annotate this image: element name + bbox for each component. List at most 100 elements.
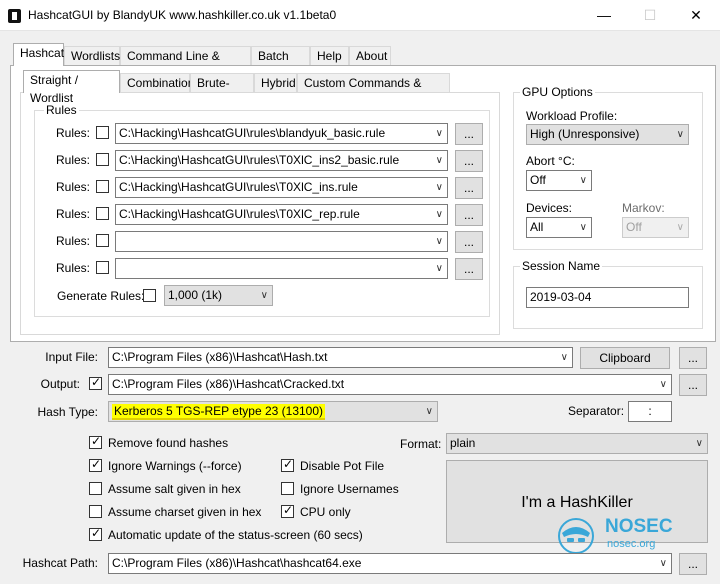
assume-charset-hex-label: Assume charset given in hex [108, 505, 262, 519]
hash-type-label: Hash Type: [37, 405, 98, 419]
disable-pot-checkbox[interactable] [281, 457, 294, 472]
tab-combination[interactable]: Combination [120, 73, 194, 93]
rule-select-4[interactable]: C:\Hacking\HashcatGUI\rules\T0XlC_rep.ru… [115, 204, 448, 225]
tab-help[interactable]: Help [310, 46, 349, 66]
tab-batch-job[interactable]: Batch Job [251, 46, 310, 81]
rule-browse-button-3[interactable]: ... [455, 177, 483, 199]
rule-label-6: Rules: [55, 261, 90, 275]
hashcat-path-browse-button[interactable]: ... [679, 553, 707, 575]
rule-label-3: Rules: [55, 180, 90, 194]
tab-brute-force[interactable]: Brute-force [190, 73, 254, 108]
rule-checkbox-4[interactable] [96, 207, 109, 220]
chevron-down-icon: ∨ [435, 236, 443, 247]
markov-select: Off ∨ [622, 217, 689, 238]
ignore-warnings-label: Ignore Warnings (--force) [108, 459, 242, 473]
hash-type-select[interactable]: Kerberos 5 TGS-REP etype 23 (13100) ∨ [108, 401, 438, 422]
assume-salt-hex-label: Assume salt given in hex [108, 482, 241, 496]
tab-command-line-markov[interactable]: Command Line & Markov [120, 46, 251, 81]
hashcat-path-select[interactable]: C:\Program Files (x86)\Hashcat\hashcat64… [108, 553, 672, 574]
devices-select[interactable]: All ∨ [526, 217, 592, 238]
title-bar: HashcatGUI by BlandyUK www.hashkiller.co… [0, 0, 720, 31]
chevron-down-icon: ∨ [425, 406, 433, 417]
remove-found-label: Remove found hashes [108, 436, 229, 450]
rule-select-5[interactable]: ∨ [115, 231, 448, 252]
generate-rules-select[interactable]: 1,000 (1k) ∨ [164, 285, 273, 306]
rule-label-1: Rules: [55, 126, 90, 140]
rule-checkbox-3[interactable] [96, 180, 109, 193]
generate-rules-checkbox[interactable] [143, 289, 156, 302]
ignore-warnings-checkbox[interactable] [89, 457, 102, 472]
chevron-down-icon: ∨ [560, 352, 568, 363]
chevron-down-icon: ∨ [659, 379, 667, 390]
workload-profile-label: Workload Profile: [526, 109, 618, 123]
assume-salt-hex-checkbox[interactable] [89, 482, 102, 495]
devices-label: Devices: [526, 201, 573, 215]
auto-update-checkbox[interactable] [89, 526, 102, 541]
close-button[interactable]: ✕ [673, 0, 719, 31]
abort-temp-select[interactable]: Off ∨ [526, 170, 592, 191]
input-browse-button[interactable]: ... [679, 347, 707, 369]
output-checkbox[interactable] [89, 375, 102, 390]
tab-hybrid[interactable]: Hybrid [254, 73, 297, 93]
window-title: HashcatGUI by BlandyUK www.hashkiller.co… [28, 8, 337, 22]
nosec-logo-icon [552, 517, 600, 555]
gpu-options-legend: GPU Options [520, 85, 595, 99]
auto-update-label: Automatic update of the status-screen (6… [108, 528, 363, 542]
chevron-down-icon: ∨ [659, 558, 667, 569]
minimize-button[interactable]: — [581, 0, 627, 31]
rule-checkbox-2[interactable] [96, 153, 109, 166]
cpu-only-checkbox[interactable] [281, 503, 294, 518]
hash-type-value: Kerberos 5 TGS-REP etype 23 (13100) [112, 404, 326, 420]
maximize-button[interactable]: ☐ [627, 0, 673, 31]
generate-rules-label: Generate Rules: [57, 289, 145, 303]
format-label: Format: [400, 437, 442, 451]
format-select[interactable]: plain ∨ [446, 433, 708, 454]
rule-checkbox-1[interactable] [96, 126, 109, 139]
rule-browse-button-4[interactable]: ... [455, 204, 483, 226]
output-label: Output: [40, 377, 80, 391]
rule-browse-button-2[interactable]: ... [455, 150, 483, 172]
chevron-down-icon: ∨ [579, 175, 587, 186]
markov-label: Markov: [622, 201, 665, 215]
cpu-only-label: CPU only [300, 505, 351, 519]
tab-hashcat[interactable]: Hashcat [13, 43, 64, 66]
watermark-site: nosec.org [607, 538, 656, 550]
remove-found-checkbox[interactable] [89, 434, 102, 449]
rule-browse-button-5[interactable]: ... [455, 231, 483, 253]
rule-select-2[interactable]: C:\Hacking\HashcatGUI\rules\T0XlC_ins2_b… [115, 150, 448, 171]
rule-browse-button-1[interactable]: ... [455, 123, 483, 145]
ignore-usernames-checkbox[interactable] [281, 482, 294, 495]
rule-checkbox-6[interactable] [96, 261, 109, 274]
output-browse-button[interactable]: ... [679, 374, 707, 396]
session-name-legend: Session Name [520, 259, 603, 273]
disable-pot-label: Disable Pot File [300, 459, 385, 473]
workload-profile-select[interactable]: High (Unresponsive) ∨ [526, 124, 689, 145]
watermark-brand: NOSEC [605, 516, 673, 537]
chevron-down-icon: ∨ [435, 209, 443, 220]
tab-custom-commands-sessions[interactable]: Custom Commands & Sessions [297, 73, 450, 108]
chevron-down-icon: ∨ [676, 129, 684, 140]
chevron-down-icon: ∨ [435, 155, 443, 166]
tab-wordlists[interactable]: Wordlists [64, 46, 120, 66]
abort-temp-label: Abort °C: [526, 154, 575, 168]
session-name-input[interactable]: 2019-03-04 [526, 287, 689, 308]
rule-label-2: Rules: [55, 153, 90, 167]
chevron-down-icon: ∨ [579, 222, 587, 233]
separator-input[interactable]: : [628, 401, 672, 422]
tab-straight-wordlist[interactable]: Straight / Wordlist [23, 70, 120, 105]
rule-select-3[interactable]: C:\Hacking\HashcatGUI\rules\T0XlC_ins.ru… [115, 177, 448, 198]
clipboard-button[interactable]: Clipboard [580, 347, 670, 369]
tab-about[interactable]: About [349, 46, 391, 66]
assume-charset-hex-checkbox[interactable] [89, 505, 102, 518]
hashcat-path-label: Hashcat Path: [22, 556, 98, 570]
input-file-select[interactable]: C:\Program Files (x86)\Hashcat\Hash.txt ∨ [108, 347, 573, 368]
rule-checkbox-5[interactable] [96, 234, 109, 247]
chevron-down-icon: ∨ [695, 438, 703, 449]
rule-select-1[interactable]: C:\Hacking\HashcatGUI\rules\blandyuk_bas… [115, 123, 448, 144]
ignore-usernames-label: Ignore Usernames [300, 482, 399, 496]
rule-select-6[interactable]: ∨ [115, 258, 448, 279]
output-file-select[interactable]: C:\Program Files (x86)\Hashcat\Cracked.t… [108, 374, 672, 395]
app-icon [8, 9, 21, 23]
rule-label-4: Rules: [55, 207, 90, 221]
rule-browse-button-6[interactable]: ... [455, 258, 483, 280]
